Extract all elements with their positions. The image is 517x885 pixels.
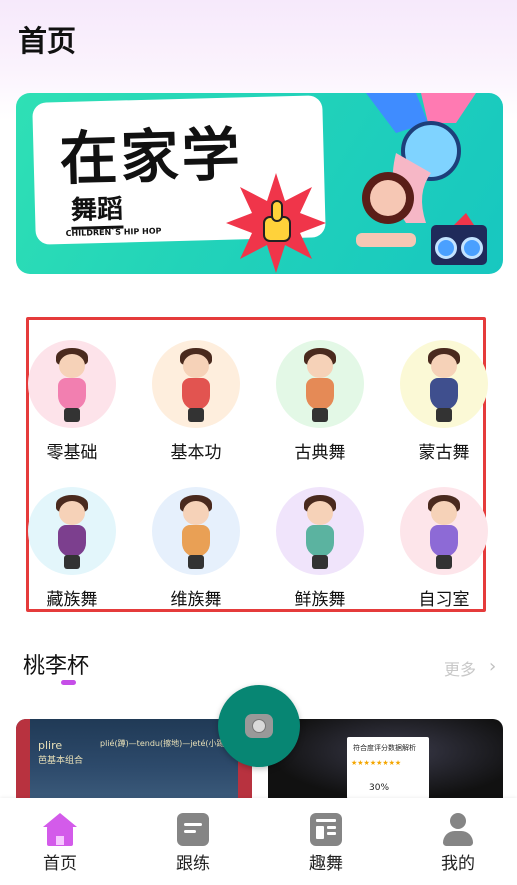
- nav-label-practice: 跟练: [176, 854, 210, 874]
- fun-dance-icon: [309, 813, 343, 847]
- nav-label-home: 首页: [43, 854, 77, 874]
- nav-label-fun-dance: 趣舞: [309, 854, 343, 874]
- boombox-icon: [431, 225, 487, 265]
- category-item[interactable]: 基本功: [146, 340, 246, 463]
- category-label: 藏族舞: [46, 590, 98, 610]
- camera-icon: [245, 714, 273, 738]
- nav-label-profile: 我的: [441, 854, 475, 874]
- category-item[interactable]: 古典舞: [270, 340, 370, 463]
- korean-dancer-icon: [276, 487, 364, 575]
- banner-sub-text: 舞蹈: [70, 188, 124, 230]
- category-label: 自习室: [418, 590, 470, 610]
- category-label: 零基础: [46, 443, 98, 463]
- tibetan-dancer-icon: [28, 487, 116, 575]
- score-card: 符合度评分数据解析 ★★★★★★★★ 30%: [347, 737, 429, 799]
- ballet-thumbnail[interactable]: plire 芭基本组合 plié(蹲)—tendu(擦地)—jeté(小踢腿): [16, 719, 252, 799]
- category-item[interactable]: 鲜族舞: [270, 487, 370, 610]
- score-thumbnail[interactable]: 符合度评分数据解析 ★★★★★★★★ 30%: [268, 719, 503, 799]
- category-item[interactable]: 零基础: [22, 340, 122, 463]
- category-item[interactable]: 自习室: [394, 487, 494, 610]
- curtain-decoration: [16, 719, 30, 799]
- category-label: 蒙古舞: [418, 443, 470, 463]
- thumbnail-caption: plié(蹲)—tendu(擦地)—jeté(小踢腿): [100, 739, 236, 748]
- category-label: 基本功: [170, 443, 222, 463]
- home-icon: [43, 813, 77, 847]
- thumbnail-title: plire: [38, 739, 63, 752]
- uyghur-dancer-icon: [152, 487, 240, 575]
- thumbnail-subtitle: 芭基本组合: [38, 756, 84, 766]
- category-grid: 零基础 基本功 古典舞 蒙古舞藏族舞 维族舞 鲜族舞 自习室: [26, 320, 488, 612]
- category-label: 鲜族舞: [294, 590, 346, 610]
- nav-item-fun-dance[interactable]: 趣舞: [281, 813, 371, 874]
- banner-main-text: 在家学: [58, 120, 244, 194]
- category-item[interactable]: 维族舞: [146, 487, 246, 610]
- record-video-button[interactable]: [218, 685, 300, 767]
- score-card-title: 符合度评分数据解析: [353, 744, 416, 752]
- score-stars: ★★★★★★★★: [351, 759, 402, 767]
- ballerina-icon: [28, 340, 116, 428]
- practice-icon: [176, 813, 210, 847]
- banner-english-text: CHILDREN`S HIP HOP: [65, 226, 162, 238]
- nav-item-practice[interactable]: 跟练: [148, 813, 238, 874]
- chevron-right-icon[interactable]: ›: [489, 656, 496, 677]
- category-item[interactable]: 藏族舞: [22, 487, 122, 610]
- nav-item-home[interactable]: 首页: [15, 813, 105, 874]
- section-title: 桃李杯: [23, 654, 90, 679]
- basic-skill-dancer-icon: [152, 340, 240, 428]
- score-percent: 30%: [369, 783, 390, 793]
- page-title: 首页: [18, 24, 77, 58]
- mongolian-dancer-icon: [400, 340, 488, 428]
- thumbs-up-burst-icon: [226, 173, 326, 273]
- study-room-dancers-icon: [400, 487, 488, 575]
- more-link[interactable]: 更多: [444, 656, 476, 680]
- promo-banner[interactable]: 在家学 舞蹈 CHILDREN`S HIP HOP: [16, 93, 503, 274]
- category-item[interactable]: 蒙古舞: [394, 340, 494, 463]
- profile-icon: [441, 813, 475, 847]
- category-label: 维族舞: [170, 590, 222, 610]
- category-label: 古典舞: [294, 443, 346, 463]
- nav-item-profile[interactable]: 我的: [413, 813, 503, 874]
- bottom-nav: 首页 跟练 趣舞 我的: [0, 798, 517, 885]
- classical-dancer-icon: [276, 340, 364, 428]
- section-title-underline: [61, 680, 76, 685]
